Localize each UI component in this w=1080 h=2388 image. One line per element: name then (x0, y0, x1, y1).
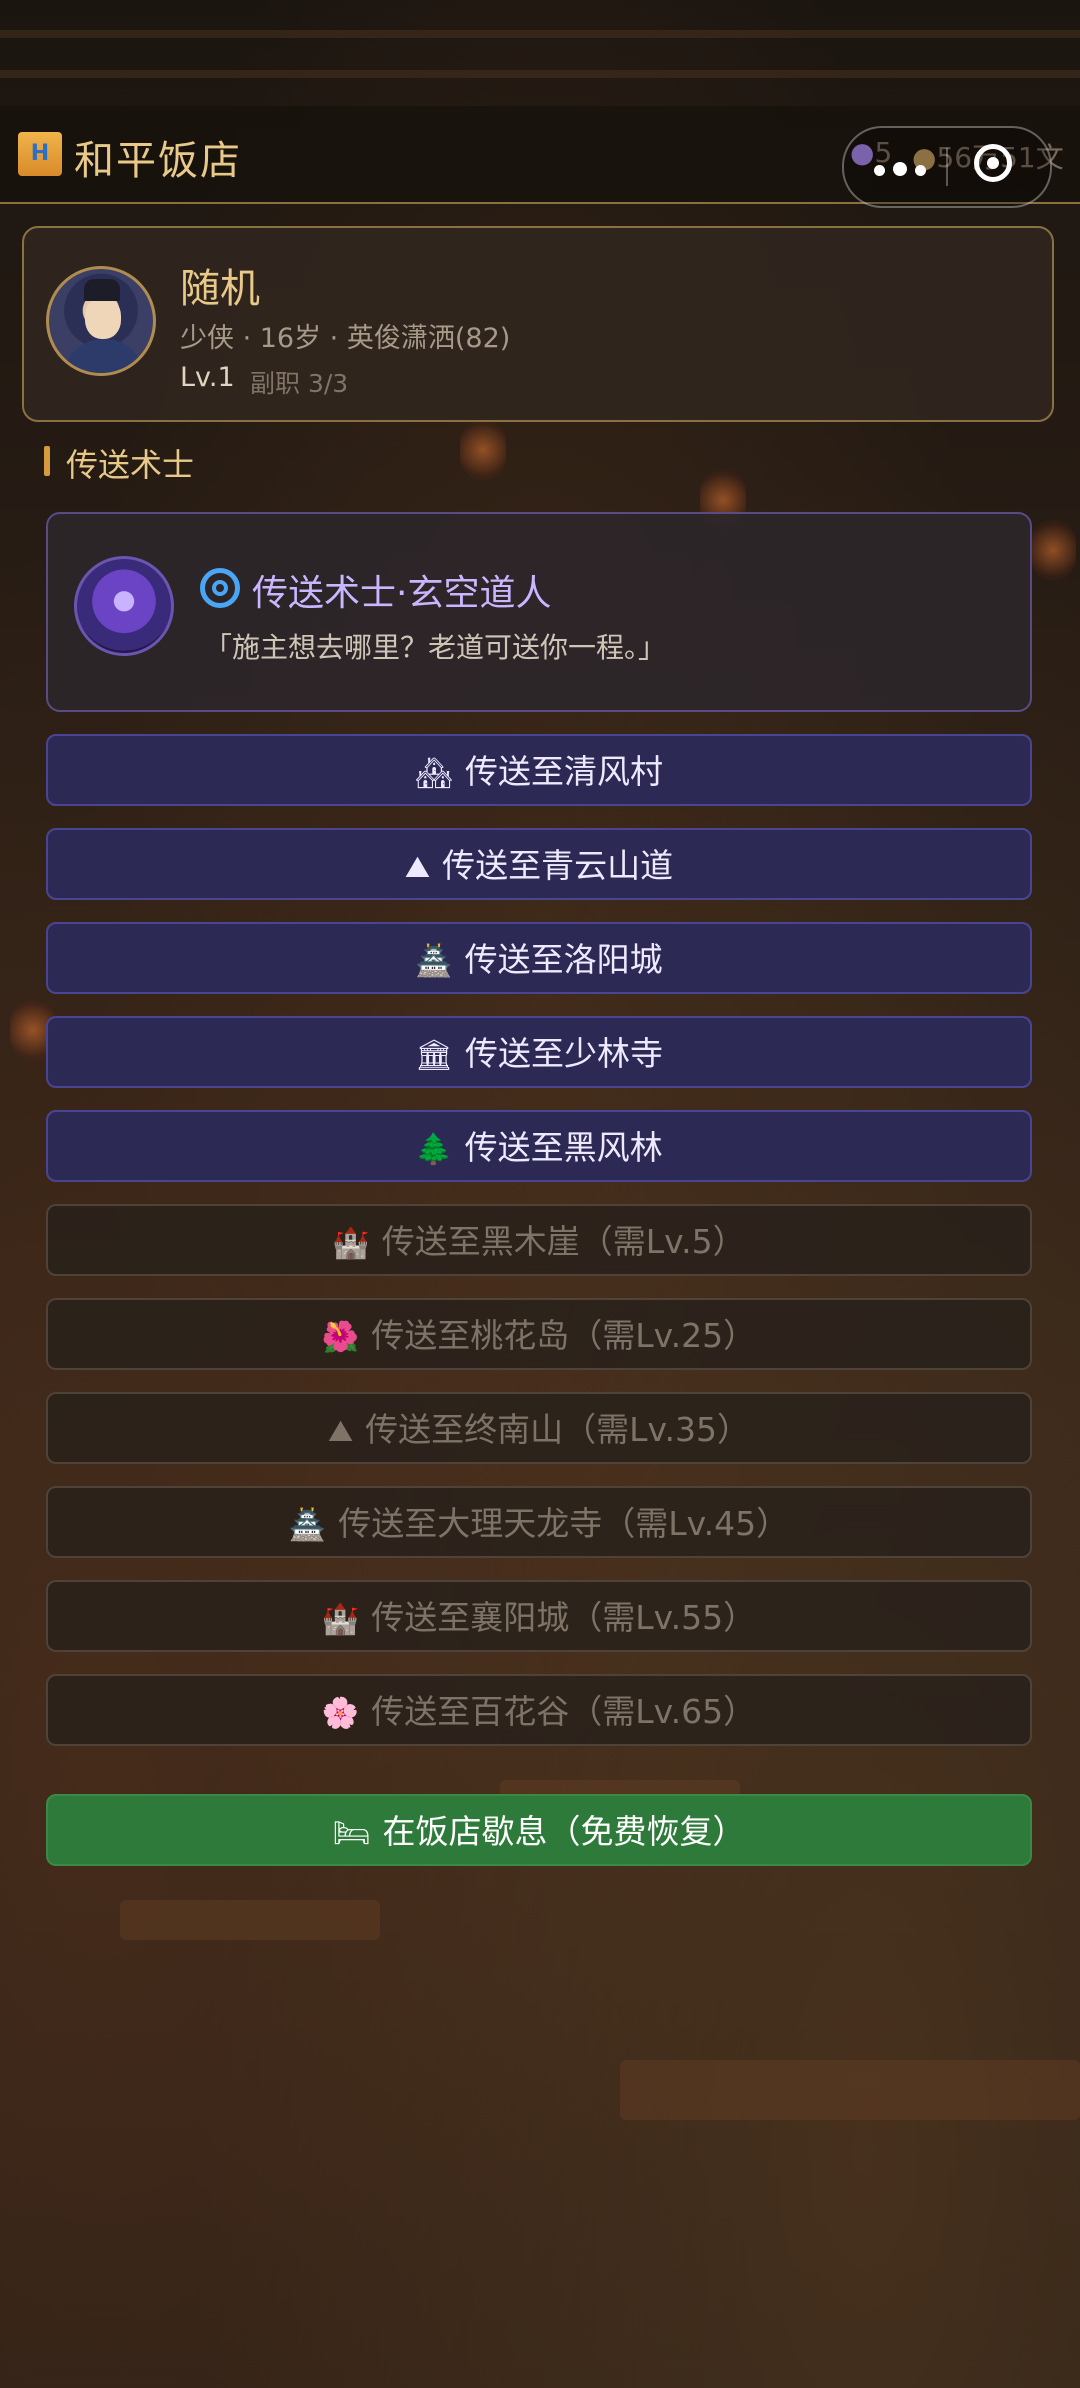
player-meta: 少侠 · 16岁 · 英俊潇洒(82) (180, 323, 511, 354)
teleport-button-heifeng[interactable]: 🌲 传送至黑风林 (46, 1110, 1032, 1182)
player-profile-card: 随机 少侠 · 16岁 · 英俊潇洒(82) Lv.1 副职 3/3 (22, 226, 1054, 422)
npc-card: 传送术士·玄空道人 「施主想去哪里？老道可送你一程。」 (46, 512, 1032, 712)
teleport-button-qingyun[interactable]: ⛰ 传送至青云山道 (46, 828, 1032, 900)
teleport-button-xiangyang-locked[interactable]: 🏰 传送至襄阳城（需Lv.55） (46, 1580, 1032, 1652)
fortress-icon: 🏰 (332, 1226, 370, 1261)
teleport-button-luoyang[interactable]: 🏯 传送至洛阳城 (46, 922, 1032, 994)
teleport-button-heimu-locked[interactable]: 🏰 传送至黑木崖（需Lv.5） (46, 1204, 1032, 1276)
button-label: 在饭店歇息（免费恢复） (382, 1812, 746, 1851)
button-label: 传送至襄阳城（需Lv.55） (371, 1598, 757, 1637)
more-icon[interactable] (874, 161, 934, 176)
teleport-button-taohua-locked[interactable]: 🌺 传送至桃花岛（需Lv.25） (46, 1298, 1032, 1370)
mountain-icon: ⛰ (404, 850, 431, 885)
player-name: 随机 (180, 266, 260, 312)
village-icon: 🏘 (414, 756, 454, 791)
fortress-icon: 🏰 (321, 1602, 360, 1637)
button-label: 传送至洛阳城 (464, 940, 663, 979)
close-icon[interactable] (974, 144, 1012, 182)
rest-button[interactable]: 🛏 在饭店歇息（免费恢复） (46, 1794, 1032, 1866)
temple-icon: 🏛 (414, 1038, 454, 1073)
button-label: 传送至终南山（需Lv.35） (365, 1410, 751, 1449)
castle-icon: 🏯 (415, 944, 453, 979)
player-level: Lv.1 (180, 362, 235, 393)
top-bar: H 和平饭店 ●5 ●56万51文 (0, 106, 1080, 208)
capsule-divider (946, 148, 948, 186)
section-accent-bar (44, 446, 50, 476)
lantern (460, 420, 506, 480)
blossom-icon: 🌸 (321, 1696, 360, 1731)
table (620, 2060, 1080, 2120)
portal-swirl-icon (200, 568, 240, 608)
teleport-button-baihua-locked[interactable]: 🌸 传送至百花谷（需Lv.65） (46, 1674, 1032, 1746)
lantern (1030, 520, 1076, 580)
hotel-icon: H (18, 132, 62, 176)
npc-quote: 「施主想去哪里？老道可送你一程。」 (204, 631, 667, 664)
rafter (0, 70, 1080, 78)
button-label: 传送至清风村 (465, 752, 664, 791)
teleport-button-zhongnan-locked[interactable]: ⛰ 传送至终南山（需Lv.35） (46, 1392, 1032, 1464)
avatar[interactable] (46, 266, 156, 376)
table (120, 1900, 380, 1940)
sub-job-count: 副职 3/3 (250, 369, 349, 398)
button-label: 传送至黑风林 (464, 1128, 663, 1167)
tree-icon: 🌲 (415, 1132, 453, 1167)
button-label: 传送至桃花岛（需Lv.25） (371, 1316, 757, 1355)
mini-program-capsule (842, 126, 1052, 208)
npc-avatar (74, 556, 174, 656)
bed-icon: 🛏 (332, 1816, 371, 1851)
button-label: 传送至青云山道 (442, 846, 674, 885)
npc-name: 传送术士·玄空道人 (252, 573, 552, 614)
mountain-icon: ⛰ (327, 1414, 354, 1449)
teleport-button-dali-locked[interactable]: 🏯 传送至大理天龙寺（需Lv.45） (46, 1486, 1032, 1558)
button-label: 传送至少林寺 (465, 1034, 664, 1073)
button-label: 传送至百花谷（需Lv.65） (371, 1692, 757, 1731)
section-title: 传送术士 (66, 446, 195, 484)
teleport-button-qingfeng[interactable]: 🏘 传送至清风村 (46, 734, 1032, 806)
button-label: 传送至大理天龙寺（需Lv.45） (338, 1504, 790, 1543)
teleport-button-shaolin[interactable]: 🏛 传送至少林寺 (46, 1016, 1032, 1088)
rafter (0, 30, 1080, 38)
page-title: 和平饭店 (74, 138, 242, 184)
flower-icon: 🌺 (321, 1320, 360, 1355)
button-label: 传送至黑木崖（需Lv.5） (381, 1222, 746, 1261)
castle-icon: 🏯 (288, 1508, 327, 1543)
